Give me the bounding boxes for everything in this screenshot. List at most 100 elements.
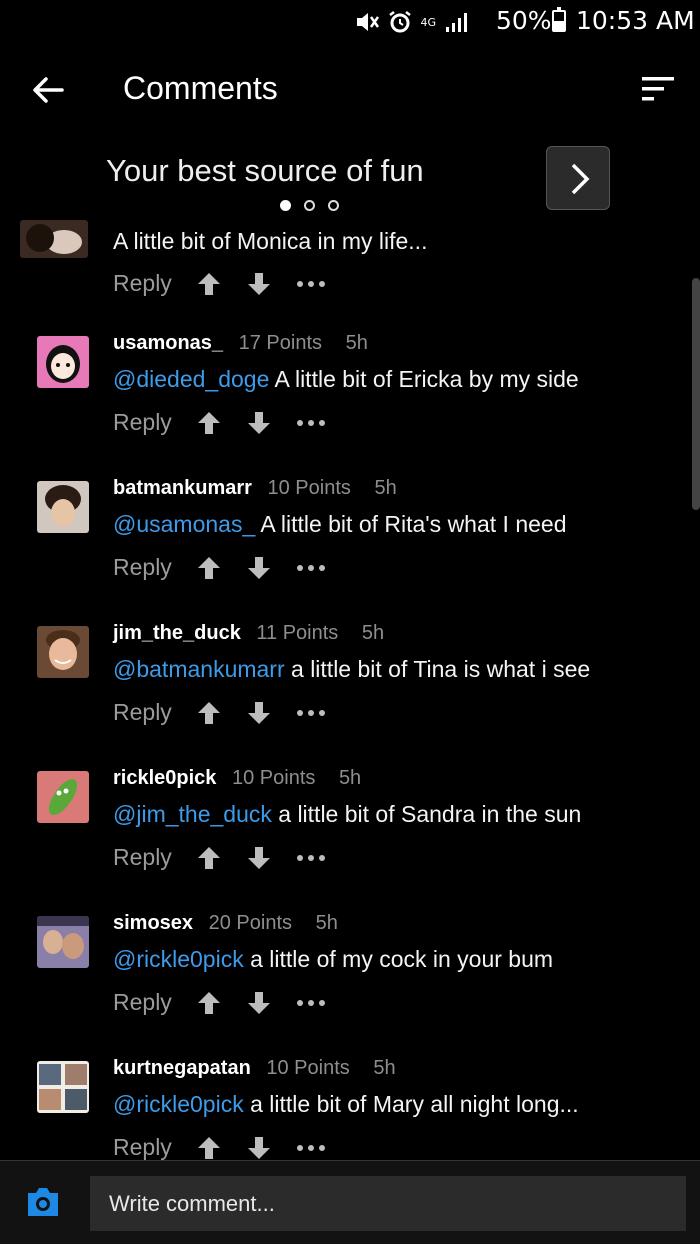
more-options-icon[interactable]: [296, 999, 326, 1007]
comment-text: @batmankumarr a little bit of Tina is wh…: [113, 656, 590, 683]
banner-text: Your best source of fun: [106, 153, 424, 188]
comment-actions: Reply: [113, 989, 326, 1016]
username[interactable]: simosex: [113, 912, 193, 934]
comment-item: usamonas_ 17 Points 5h @dieded_doge A li…: [0, 330, 700, 475]
avatar[interactable]: [37, 336, 89, 388]
avatar[interactable]: [37, 771, 89, 823]
reply-button[interactable]: Reply: [113, 844, 172, 871]
username[interactable]: usamonas_: [113, 332, 223, 354]
status-icons: 4G: [354, 10, 470, 34]
comment-actions: Reply: [113, 1134, 326, 1161]
pager-dots: [280, 200, 339, 211]
comment-meta: kurtnegapatan 10 Points 5h: [113, 1057, 414, 1080]
sort-icon[interactable]: [640, 74, 676, 104]
username[interactable]: jim_the_duck: [113, 622, 241, 644]
timestamp: 5h: [374, 477, 397, 499]
comment-text: @jim_the_duck a little bit of Sandra in …: [113, 801, 581, 828]
scrollbar-thumb[interactable]: [692, 278, 700, 510]
pager-dot[interactable]: [280, 200, 291, 211]
downvote-icon[interactable]: [246, 271, 272, 297]
comment-text: @rickle0pick a little bit of Mary all ni…: [113, 1091, 579, 1118]
upvote-icon[interactable]: [196, 271, 222, 297]
username[interactable]: batmankumarr: [113, 477, 252, 499]
upvote-icon[interactable]: [196, 1135, 222, 1161]
camera-icon[interactable]: [24, 1185, 62, 1219]
promo-banner: Your best source of fun: [0, 145, 700, 225]
comment-body: A little bit of Monica in my life...: [113, 228, 428, 254]
mention-link[interactable]: @usamonas_: [113, 511, 255, 537]
comment-actions: Reply: [113, 554, 326, 581]
comment-text: @rickle0pick a little of my cock in your…: [113, 946, 553, 973]
banner-next-button[interactable]: [546, 146, 610, 210]
chevron-right-icon: [571, 163, 590, 195]
more-options-icon[interactable]: [296, 709, 326, 717]
comment-meta: usamonas_ 17 Points 5h: [113, 332, 386, 355]
back-arrow-icon[interactable]: [28, 70, 68, 110]
downvote-icon[interactable]: [246, 410, 272, 436]
reply-button[interactable]: Reply: [113, 1134, 172, 1161]
reply-button[interactable]: Reply: [113, 989, 172, 1016]
comment-text: @dieded_doge A little bit of Ericka by m…: [113, 366, 579, 393]
reply-button[interactable]: Reply: [113, 409, 172, 436]
avatar[interactable]: [37, 626, 89, 678]
mention-link[interactable]: @batmankumarr: [113, 656, 285, 682]
downvote-icon[interactable]: [246, 990, 272, 1016]
comment-body: a little bit of Sandra in the sun: [271, 801, 582, 827]
pager-dot[interactable]: [304, 200, 315, 211]
upvote-icon[interactable]: [196, 990, 222, 1016]
network-label: 4G: [420, 15, 436, 29]
reply-button[interactable]: Reply: [113, 270, 172, 297]
reply-button[interactable]: Reply: [113, 699, 172, 726]
mention-link[interactable]: @rickle0pick: [113, 1091, 244, 1117]
upvote-icon[interactable]: [196, 700, 222, 726]
mute-icon: [357, 13, 380, 31]
more-options-icon[interactable]: [296, 564, 326, 572]
avatar[interactable]: [37, 916, 89, 968]
more-options-icon[interactable]: [296, 280, 326, 288]
top-app-bar: Comments: [0, 44, 700, 136]
more-options-icon[interactable]: [296, 419, 326, 427]
more-options-icon[interactable]: [296, 1144, 326, 1152]
comment-item: A little bit of Monica in my life... Rep…: [0, 218, 700, 330]
avatar[interactable]: [20, 220, 88, 258]
comment-item: simosex 20 Points 5h @rickle0pick a litt…: [0, 910, 700, 1055]
timestamp: 5h: [345, 332, 368, 354]
more-options-icon[interactable]: [296, 854, 326, 862]
downvote-icon[interactable]: [246, 845, 272, 871]
reply-button[interactable]: Reply: [113, 554, 172, 581]
comment-actions: Reply: [113, 844, 326, 871]
comment-meta: jim_the_duck 11 Points 5h: [113, 622, 402, 645]
timestamp: 5h: [338, 767, 362, 789]
pager-dot[interactable]: [328, 200, 339, 211]
comment-actions: Reply: [113, 699, 326, 726]
comment-meta: rickle0pick 10 Points 5h: [113, 767, 379, 790]
upvote-icon[interactable]: [196, 555, 222, 581]
avatar[interactable]: [37, 481, 89, 533]
alarm-icon: [389, 11, 412, 33]
downvote-icon[interactable]: [246, 700, 272, 726]
mention-link[interactable]: @rickle0pick: [113, 946, 244, 972]
battery-percent: 50%: [496, 6, 552, 35]
comment-meta: batmankumarr 10 Points 5h: [113, 477, 415, 500]
comment-body: A little bit of Ericka by my side: [269, 366, 579, 392]
downvote-icon[interactable]: [246, 1135, 272, 1161]
comment-text: @usamonas_ A little bit of Rita's what I…: [113, 511, 567, 538]
comment-composer: [0, 1160, 700, 1244]
upvote-icon[interactable]: [196, 845, 222, 871]
page-title: Comments: [123, 70, 278, 106]
mention-link[interactable]: @jim_the_duck: [113, 801, 272, 827]
downvote-icon[interactable]: [246, 555, 272, 581]
mention-link[interactable]: @dieded_doge: [113, 366, 269, 392]
comment-item: batmankumarr 10 Points 5h @usamonas_ A l…: [0, 475, 700, 620]
comment-input[interactable]: [90, 1176, 686, 1231]
signal-icon: [446, 13, 467, 32]
upvote-icon[interactable]: [196, 410, 222, 436]
comment-meta: simosex 20 Points 5h: [113, 912, 356, 935]
timestamp: 5h: [361, 622, 385, 644]
status-bar: 4G 50% 10:53 AM: [0, 0, 700, 44]
avatar[interactable]: [37, 1061, 89, 1113]
username[interactable]: rickle0pick: [113, 767, 216, 789]
username[interactable]: kurtnegapatan: [113, 1057, 251, 1079]
points: 17 Points: [238, 332, 323, 354]
comment-item: jim_the_duck 11 Points 5h @batmankumarr …: [0, 620, 700, 765]
